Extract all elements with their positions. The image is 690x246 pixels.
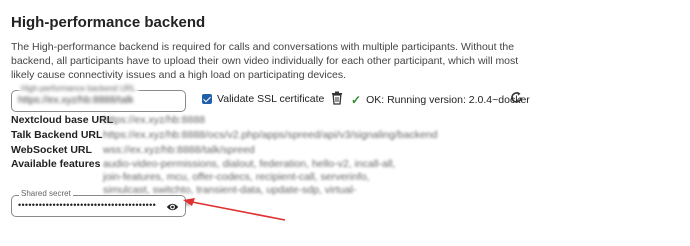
info-value: wss://ex.xyz/hb:8888/talk/spreed	[103, 144, 255, 156]
checkbox-checked-icon[interactable]	[202, 94, 212, 104]
shared-secret-field[interactable]: Shared secret ••••••••••••••••••••••••••…	[11, 189, 186, 217]
info-row-talk-backend-url: Talk Backend URL https://ex.xyz/hb:8888/…	[11, 129, 437, 141]
info-label: Nextcloud base URL	[11, 114, 114, 126]
info-row-nextcloud-base-url: Nextcloud base URL https://ex.xyz/hb:888…	[11, 114, 205, 126]
shared-secret-legend: Shared secret	[19, 189, 73, 199]
section-title: High-performance backend	[11, 14, 206, 31]
refresh-icon[interactable]	[510, 91, 523, 104]
check-icon: ✓	[351, 93, 362, 107]
info-row-websocket-url: WebSocket URL wss://ex.xyz/hb:8888/talk/…	[11, 144, 255, 156]
info-label: WebSocket URL	[11, 144, 92, 156]
ssl-validate-label: Validate SSL certificate	[217, 93, 325, 105]
eye-icon[interactable]	[166, 202, 179, 212]
trash-icon[interactable]	[331, 91, 343, 105]
backend-url-field[interactable]: High-performance backend URL https://ex.…	[11, 84, 186, 112]
backend-url-input[interactable]: https://ex.xyz/hb:8888/talk	[18, 95, 134, 106]
shared-secret-input[interactable]: ••••••••••••••••••••••••••••••••••••••••	[18, 200, 156, 210]
annotation-arrow	[183, 198, 286, 221]
ssl-validate-checkbox[interactable]: Validate SSL certificate	[202, 93, 324, 105]
info-label: Talk Backend URL	[11, 129, 103, 141]
info-value: https://ex.xyz/hb:8888	[103, 114, 206, 126]
section-description: The High-performance backend is required…	[11, 41, 519, 81]
backend-status-text: OK: Running version: 2.0.4~docker	[366, 94, 530, 106]
backend-url-legend: High-performance backend URL	[19, 84, 138, 94]
backend-status: ✓ OK: Running version: 2.0.4~docker	[351, 93, 530, 107]
info-value: https://ex.xyz/hb:8888/ocs/v2.php/apps/s…	[103, 129, 438, 141]
